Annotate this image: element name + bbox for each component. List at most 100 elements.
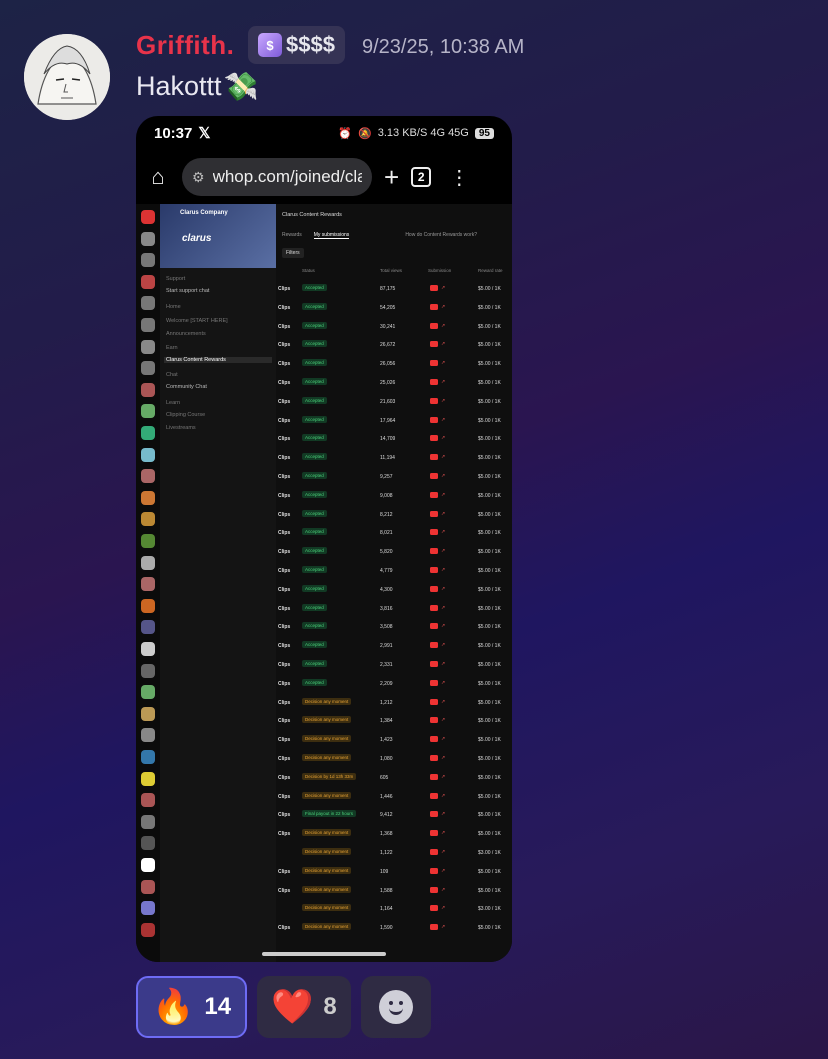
youtube-icon[interactable] bbox=[430, 604, 438, 611]
submission-row[interactable]: Clips Decision any moment 1,080 ↗ $5.00 / 1K bbox=[276, 750, 512, 769]
sidebar-item[interactable]: Start support chat bbox=[166, 288, 209, 294]
external-link-icon[interactable]: ↗ bbox=[441, 887, 445, 893]
external-link-icon[interactable]: ↗ bbox=[441, 492, 445, 498]
community-icon[interactable] bbox=[141, 253, 155, 268]
community-icon[interactable] bbox=[141, 318, 155, 332]
external-link-icon[interactable]: ↗ bbox=[441, 341, 445, 347]
community-icon[interactable] bbox=[141, 512, 155, 527]
youtube-icon[interactable] bbox=[430, 510, 438, 517]
youtube-icon[interactable] bbox=[430, 717, 438, 724]
external-link-icon[interactable]: ↗ bbox=[441, 473, 445, 479]
external-link-icon[interactable]: ↗ bbox=[441, 379, 445, 385]
submission-row[interactable]: Clips Decision any moment 1,446 ↗ $5.00 / 1K bbox=[276, 788, 512, 807]
external-link-icon[interactable]: ↗ bbox=[441, 417, 445, 423]
community-icon[interactable] bbox=[141, 706, 155, 721]
sidebar-item[interactable]: Community Chat bbox=[166, 384, 207, 390]
submission-row[interactable]: Clips Accepted 3,816 ↗ $5.00 / 1K bbox=[276, 600, 512, 619]
community-icon[interactable] bbox=[141, 728, 155, 743]
external-link-icon[interactable]: ↗ bbox=[441, 924, 445, 930]
youtube-icon[interactable] bbox=[430, 623, 438, 630]
community-icon[interactable] bbox=[141, 231, 155, 246]
submission-row[interactable]: Clips Decision any moment 1,588 ↗ $5.00 / 1K bbox=[276, 882, 512, 901]
submission-row[interactable]: Clips Accepted 30,241 ↗ $5.00 / 1K bbox=[276, 318, 512, 337]
youtube-icon[interactable] bbox=[430, 548, 438, 555]
add-reaction-button[interactable] bbox=[360, 976, 431, 1038]
tab-my-submissions[interactable]: My submissions bbox=[313, 232, 350, 239]
youtube-icon[interactable] bbox=[430, 773, 438, 780]
community-icon[interactable] bbox=[141, 793, 155, 808]
submission-row[interactable]: Clips Accepted 26,056 ↗ $5.00 / 1K bbox=[276, 355, 512, 374]
submission-row[interactable]: Clips Accepted 9,008 ↗ $5.00 / 1K bbox=[276, 487, 512, 506]
youtube-icon[interactable] bbox=[430, 792, 438, 799]
submission-row[interactable]: Clips Accepted 21,603 ↗ $5.00 / 1K bbox=[276, 393, 512, 412]
youtube-icon[interactable] bbox=[430, 905, 438, 912]
youtube-icon[interactable] bbox=[430, 924, 438, 931]
youtube-icon[interactable] bbox=[430, 679, 438, 686]
external-link-icon[interactable]: ↗ bbox=[441, 398, 445, 404]
external-link-icon[interactable]: ↗ bbox=[441, 830, 445, 836]
submission-row[interactable]: Decision any moment 1,122 ↗ $3.00 / 1K bbox=[276, 844, 512, 863]
external-link-icon[interactable]: ↗ bbox=[441, 529, 445, 535]
youtube-icon[interactable] bbox=[430, 867, 438, 874]
youtube-icon[interactable] bbox=[430, 341, 438, 348]
submission-row[interactable]: Clips Decision by 1d 13h 33m 605 ↗ $5.00 / 1… bbox=[276, 769, 512, 788]
reaction-heart[interactable]: ❤️ 8 bbox=[257, 976, 351, 1038]
home-icon[interactable]: ⌂ bbox=[146, 164, 170, 190]
submission-row[interactable]: Clips Decision any moment 1,423 ↗ $5.00 / 1K bbox=[276, 731, 512, 750]
community-icon[interactable] bbox=[141, 577, 155, 592]
community-icon[interactable] bbox=[141, 534, 155, 548]
external-link-icon[interactable]: ↗ bbox=[441, 623, 445, 629]
tab-count-button[interactable]: 2 bbox=[411, 167, 432, 187]
submission-row[interactable]: Clips Accepted 2,991 ↗ $5.00 / 1K bbox=[276, 637, 512, 656]
submission-row[interactable]: Clips Accepted 9,257 ↗ $5.00 / 1K bbox=[276, 468, 512, 487]
community-icon[interactable] bbox=[141, 296, 155, 311]
community-icon[interactable] bbox=[141, 685, 155, 700]
sidebar-item[interactable]: Learn bbox=[166, 400, 180, 406]
submission-row[interactable]: Clips Accepted 25,026 ↗ $5.00 / 1K bbox=[276, 374, 512, 393]
community-icon[interactable] bbox=[141, 814, 155, 829]
external-link-icon[interactable]: ↗ bbox=[441, 642, 445, 648]
external-link-icon[interactable]: ↗ bbox=[441, 736, 445, 742]
submission-row[interactable]: Clips Accepted 17,964 ↗ $5.00 / 1K bbox=[276, 412, 512, 431]
submission-row[interactable]: Clips Accepted 87,175 ↗ $5.00 / 1K bbox=[276, 280, 512, 299]
new-tab-icon[interactable]: + bbox=[384, 162, 399, 193]
submission-row[interactable]: Clips Accepted 11,194 ↗ $5.00 / 1K bbox=[276, 449, 512, 468]
external-link-icon[interactable]: ↗ bbox=[441, 567, 445, 573]
youtube-icon[interactable] bbox=[430, 830, 438, 837]
external-link-icon[interactable]: ↗ bbox=[441, 680, 445, 686]
community-icon[interactable] bbox=[141, 598, 155, 613]
youtube-icon[interactable] bbox=[430, 285, 438, 291]
url-field[interactable]: ⚙ whop.com/joined/clar bbox=[182, 158, 372, 196]
submission-row[interactable]: Clips Accepted 3,508 ↗ $5.00 / 1K bbox=[276, 618, 512, 637]
sidebar-item[interactable]: Chat bbox=[166, 372, 178, 378]
community-icon[interactable] bbox=[141, 469, 155, 484]
youtube-icon[interactable] bbox=[430, 416, 438, 423]
youtube-icon[interactable] bbox=[430, 473, 438, 479]
external-link-icon[interactable]: ↗ bbox=[441, 586, 445, 592]
sidebar-item[interactable]: Support bbox=[166, 276, 185, 282]
community-icon[interactable] bbox=[141, 404, 155, 419]
community-icon[interactable] bbox=[141, 490, 155, 505]
community-icon[interactable] bbox=[141, 922, 155, 937]
screenshot-attachment[interactable]: 10:37 𝕏 ⏰ 🔕 3.13 KB/S 4G 45G 95 ⌂ ⚙ whop… bbox=[136, 116, 512, 962]
filters-button[interactable]: Filters bbox=[282, 248, 304, 258]
sidebar-item[interactable]: Clarus Content Rewards bbox=[164, 357, 272, 363]
submission-row[interactable]: Clips Accepted 4,779 ↗ $5.00 / 1K bbox=[276, 562, 512, 581]
community-icon[interactable] bbox=[141, 836, 155, 851]
external-link-icon[interactable]: ↗ bbox=[441, 905, 445, 911]
external-link-icon[interactable]: ↗ bbox=[441, 511, 445, 517]
menu-icon[interactable]: ⋮ bbox=[449, 165, 469, 190]
submission-row[interactable]: Clips Accepted 2,331 ↗ $5.00 / 1K bbox=[276, 656, 512, 675]
submission-row[interactable]: Clips Decision any moment 1,384 ↗ $5.00 / 1K bbox=[276, 712, 512, 731]
community-icon[interactable] bbox=[141, 361, 155, 376]
sidebar-item[interactable]: Home bbox=[166, 304, 181, 310]
youtube-icon[interactable] bbox=[430, 322, 438, 329]
community-icon[interactable] bbox=[141, 750, 155, 764]
external-link-icon[interactable]: ↗ bbox=[441, 435, 445, 441]
submission-row[interactable]: Decision any moment 1,164 ↗ $3.00 / 1K bbox=[276, 900, 512, 919]
youtube-icon[interactable] bbox=[430, 567, 438, 573]
youtube-icon[interactable] bbox=[430, 454, 438, 461]
youtube-icon[interactable] bbox=[430, 698, 438, 705]
community-icon[interactable] bbox=[141, 447, 155, 462]
community-icon[interactable] bbox=[141, 210, 155, 224]
